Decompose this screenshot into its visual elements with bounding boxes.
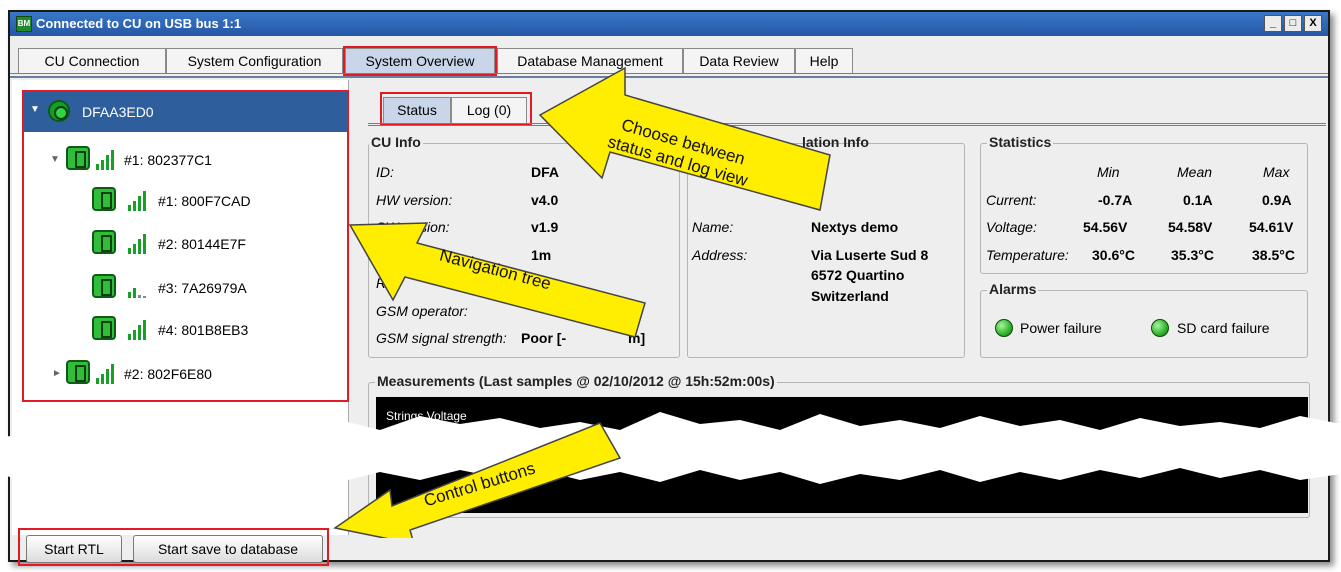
battery-icon: [92, 274, 116, 298]
signal-strength-icon: [128, 189, 150, 211]
alarms-title: Alarms: [987, 281, 1039, 297]
battery-icon: [92, 316, 116, 340]
collapse-arrow-icon[interactable]: ►: [52, 368, 62, 379]
expand-arrow-icon[interactable]: ▼: [50, 154, 60, 165]
tree-node-monitor-1[interactable]: ▼ #1: 802377C1: [50, 146, 330, 176]
tree-node-battery-3[interactable]: #3: 7A26979A: [92, 274, 332, 304]
sd-card-failure-led-icon: [1151, 319, 1169, 337]
stat-header-mean: Mean: [1177, 164, 1213, 180]
stat-temperature-max: 38.5°C: [1252, 247, 1295, 263]
maximize-button[interactable]: □: [1284, 15, 1302, 32]
battery-icon: [92, 187, 116, 211]
stat-row-label: Voltage:: [986, 219, 1037, 235]
tab-log[interactable]: Log (0): [451, 97, 527, 123]
alarm-label: SD card failure: [1177, 320, 1270, 336]
cu-id-key: ID:: [376, 164, 394, 180]
power-failure-led-icon: [995, 319, 1013, 337]
stat-voltage-min: 54.56V: [1083, 219, 1128, 235]
start-rtl-button[interactable]: Start RTL: [26, 535, 122, 563]
stat-row-label: Temperature:: [986, 247, 1069, 263]
battery-monitor-icon: [66, 146, 90, 170]
app-icon: BM: [16, 16, 32, 32]
statistics-title: Statistics: [987, 134, 1054, 150]
address-line-1: Via Luserte Sud 8: [811, 247, 929, 263]
signal-strength-icon: [128, 276, 150, 298]
stat-current-min: -0.7A: [1098, 192, 1133, 208]
tree-node-label: #3: 7A26979A: [158, 280, 247, 296]
stat-row-label: Current:: [986, 192, 1037, 208]
start-save-to-database-button[interactable]: Start save to database: [133, 535, 323, 563]
minimize-button[interactable]: _: [1264, 15, 1282, 32]
address-line-3: Switzerland: [811, 288, 889, 304]
stat-header-min: Min: [1097, 164, 1120, 180]
measurements-title: Measurements (Last samples @ 02/10/2012 …: [375, 373, 777, 389]
control-unit-icon: [48, 100, 70, 122]
title-bar: BM Connected to CU on USB bus 1:1 _ □ X: [10, 12, 1328, 36]
signal-strength-icon: [96, 362, 118, 384]
tree-node-battery-4[interactable]: #4: 801B8EB3: [92, 316, 332, 346]
tree-node-label: #1: 800F7CAD: [158, 193, 251, 209]
cu-info-title: CU Info: [369, 134, 423, 150]
close-button[interactable]: X: [1304, 15, 1322, 32]
stat-header-max: Max: [1263, 164, 1290, 180]
stat-temperature-mean: 35.3°C: [1171, 247, 1214, 263]
tree-node-label: #4: 801B8EB3: [158, 322, 249, 338]
tab-status[interactable]: Status: [383, 97, 451, 123]
signal-strength-icon: [128, 232, 150, 254]
tree-node-label: #2: 80144E7F: [158, 236, 246, 252]
stat-voltage-max: 54.61V: [1249, 219, 1294, 235]
signal-strength-icon: [128, 318, 150, 340]
tab-system-overview[interactable]: System Overview: [343, 46, 497, 76]
window-title: Connected to CU on USB bus 1:1: [36, 16, 242, 31]
battery-monitor-icon: [66, 360, 90, 384]
torn-edge-graphic: [0, 412, 1341, 484]
tree-node-label: #1: 802377C1: [124, 152, 212, 168]
tree-node-monitor-2[interactable]: ► #2: 802F6E80: [50, 360, 330, 390]
signal-strength-icon: [96, 148, 118, 170]
expand-arrow-icon[interactable]: ▼: [30, 104, 40, 115]
stat-voltage-mean: 54.58V: [1168, 219, 1213, 235]
tree-node-label: #2: 802F6E80: [124, 366, 212, 382]
address-line-2: 6572 Quartino: [811, 267, 905, 283]
tab-system-configuration[interactable]: System Configuration: [166, 48, 343, 74]
stat-current-mean: 0.1A: [1183, 192, 1213, 208]
alarm-label: Power failure: [1020, 320, 1102, 336]
tab-cu-connection[interactable]: CU Connection: [18, 48, 166, 74]
stat-current-max: 0.9A: [1262, 192, 1292, 208]
stat-temperature-min: 30.6°C: [1092, 247, 1135, 263]
tree-root-row[interactable]: ▼ DFAA3ED0: [24, 92, 347, 132]
installation-address-key: Address:: [692, 247, 748, 263]
tree-node-battery-1[interactable]: #1: 800F7CAD: [92, 187, 332, 217]
tree-node-battery-2[interactable]: #2: 80144E7F: [92, 230, 332, 260]
battery-icon: [92, 230, 116, 254]
tree-root-label: DFAA3ED0: [82, 104, 154, 120]
